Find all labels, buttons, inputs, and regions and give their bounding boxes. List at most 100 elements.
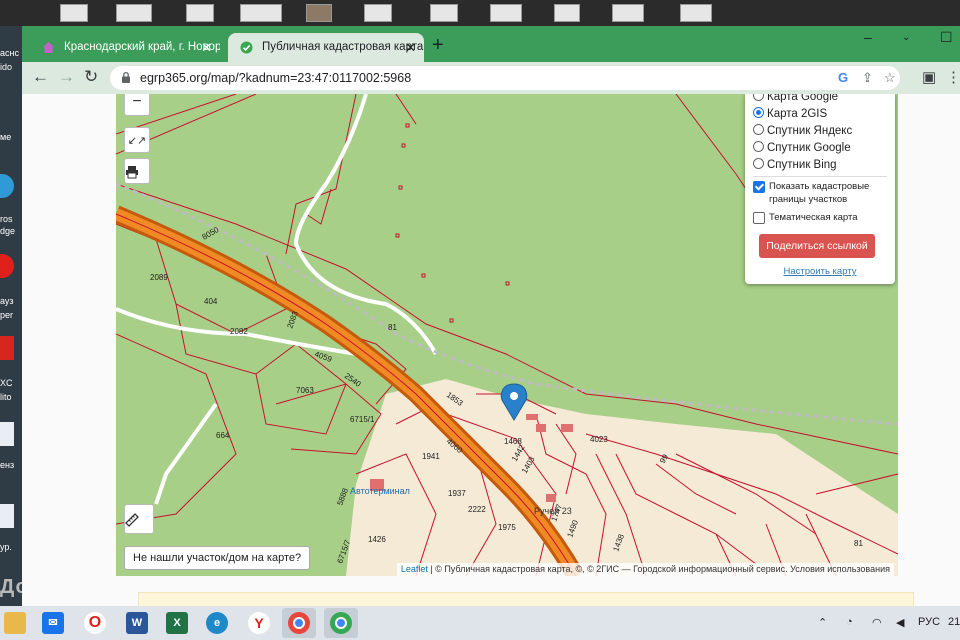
desktop-thumbnail <box>240 4 282 22</box>
document-icon[interactable] <box>0 422 14 446</box>
radio-button[interactable] <box>753 107 764 119</box>
desktop-label: ауз <box>0 296 14 306</box>
tab-krasnodar[interactable]: Краснодарский край, г. Новор ✕ <box>30 33 220 62</box>
parcel-label: 1426 <box>368 535 386 544</box>
maximize-button[interactable]: ☐ <box>940 29 953 46</box>
desktop-label: lito <box>0 392 12 402</box>
edge-icon[interactable]: e <box>206 612 228 634</box>
new-tab-button[interactable]: + <box>432 35 444 55</box>
desktop-thumbnail <box>60 4 88 22</box>
tray-chevron-icon[interactable]: ⌃ <box>818 616 827 629</box>
thematic-map-option[interactable]: Тематическая карта <box>753 211 857 224</box>
url-text: egrp365.org/map/?kadnum=23:47:0117002:59… <box>140 71 412 85</box>
tab-bar: Краснодарский край, г. Новор ✕ Публичная… <box>22 26 960 62</box>
minimize-button[interactable]: ‒ <box>864 29 872 45</box>
tab-cadastral-map[interactable]: Публичная кадастровая карта ✕ <box>228 33 424 62</box>
close-tab-icon[interactable]: ✕ <box>405 33 416 62</box>
document-icon[interactable] <box>0 504 14 528</box>
opera-icon[interactable]: O <box>84 612 106 634</box>
close-tab-icon[interactable]: ✕ <box>201 33 212 62</box>
layers-panel: Карта Google Карта 2GIS Спутник Яндекс С… <box>745 94 895 284</box>
print-icon[interactable] <box>124 158 150 184</box>
side-panel-icon[interactable]: ▣ <box>922 68 936 86</box>
parcel-label: 2089 <box>150 273 168 282</box>
parcel-label: 1975 <box>498 523 516 532</box>
desktop-left-strip: аснс ido ме ros dge ауз per XC lito енз … <box>0 26 22 606</box>
desktop-thumbnail <box>430 4 458 22</box>
check-circle-icon <box>240 41 253 54</box>
desktop-thumbnail <box>306 4 332 22</box>
desktop-thumbnail <box>116 4 152 22</box>
chrome-icon[interactable] <box>330 612 352 634</box>
opera-icon[interactable] <box>0 254 14 278</box>
show-boundaries-option[interactable]: Показать кадастровые границы участков <box>753 180 883 206</box>
browser-toolbar: ← → ↻ egrp365.org/map/?kadnum=23:47:0117… <box>22 62 960 94</box>
desktop-label: ур. <box>0 542 12 552</box>
edge-icon[interactable] <box>0 174 14 198</box>
google-icon[interactable]: G <box>838 70 848 85</box>
attribution-text: © Публичная кадастровая карта, ©, © 2ГИС… <box>435 564 890 574</box>
clock[interactable]: 21 <box>948 616 960 628</box>
share-icon[interactable]: ⇪ <box>862 70 873 86</box>
bookmark-star-icon[interactable]: ☆ <box>884 70 896 86</box>
desktop-label: dge <box>0 226 16 236</box>
tab-title: Краснодарский край, г. Новор <box>64 41 220 53</box>
address-bar[interactable]: egrp365.org/map/?kadnum=23:47:0117002:59… <box>110 66 900 90</box>
network-icon[interactable]: ◔ <box>846 616 853 628</box>
desktop-thumbnail <box>554 4 580 22</box>
desktop-label: аснс <box>0 48 19 58</box>
desktop-thumbnail <box>364 4 392 22</box>
radio-button[interactable] <box>753 141 764 153</box>
parcel-label: 81 <box>854 539 863 548</box>
radio-button[interactable] <box>753 94 764 102</box>
desktop-label: XC <box>0 378 13 388</box>
divider <box>753 176 887 177</box>
forward-button[interactable]: → <box>58 68 75 86</box>
language-indicator[interactable]: РУС <box>918 616 940 628</box>
lock-icon[interactable] <box>120 71 132 84</box>
share-link-button[interactable]: Поделиться ссылкой <box>759 234 875 258</box>
back-button[interactable]: ← <box>32 68 49 86</box>
excel-icon[interactable]: X <box>166 612 188 634</box>
yandex-icon[interactable]: Y <box>248 612 270 634</box>
notice-bar <box>138 592 914 606</box>
setup-map-link[interactable]: Настроить карту <box>745 266 895 277</box>
volume-icon[interactable]: ◀ <box>896 616 904 629</box>
reload-button[interactable]: ↻ <box>84 68 98 86</box>
zoom-out-button[interactable]: − <box>124 94 150 116</box>
file-explorer-icon[interactable] <box>4 612 26 634</box>
mail-icon[interactable]: ✉ <box>42 612 64 634</box>
menu-icon[interactable]: ⋮ <box>946 68 960 86</box>
chrome-icon[interactable] <box>288 612 310 634</box>
place-label: Ручей 23 <box>534 506 572 516</box>
layer-option-bing-satellite[interactable]: Спутник Bing <box>753 157 837 173</box>
layer-option-google-map[interactable]: Карта Google <box>753 94 838 105</box>
word-icon[interactable]: W <box>126 612 148 634</box>
cadastral-map[interactable]: 8050 2089 404 2082 2083 4059 2540 7063 6715/1 664… <box>116 94 898 576</box>
desktop-thumbnail <box>186 4 214 22</box>
expand-icon[interactable]: ⌄ <box>902 32 910 43</box>
parcel-label: 664 <box>216 431 230 440</box>
not-found-button[interactable]: Не нашли участок/дом на карте? <box>124 546 311 570</box>
checkbox[interactable] <box>753 181 765 193</box>
layer-option-google-satellite[interactable]: Спутник Google <box>753 140 851 156</box>
desktop-label: енз <box>0 460 15 470</box>
radio-button[interactable] <box>753 158 764 170</box>
taskbar: ✉ O W X e Y ⌃ ◔ ◠ ◀ РУС 21 <box>0 606 960 640</box>
layer-option-yandex-satellite[interactable]: Спутник Яндекс <box>753 123 852 139</box>
wifi-icon[interactable]: ◠ <box>872 616 882 629</box>
checkbox[interactable] <box>753 212 765 224</box>
layer-option-2gis-map[interactable]: Карта 2GIS <box>753 106 827 122</box>
parcel-label: 7063 <box>296 386 314 395</box>
desktop-label: ros <box>0 214 13 224</box>
fullscreen-icon[interactable]: ↙↗ <box>124 127 150 153</box>
parcel-label: 8050 <box>201 225 221 242</box>
map-attribution: Leaflet | © Публичная кадастровая карта,… <box>396 563 894 576</box>
radio-button[interactable] <box>753 124 764 136</box>
layer-label: Спутник Яндекс <box>767 125 853 137</box>
leaflet-link[interactable]: Leaflet <box>401 564 428 574</box>
pdf-icon[interactable] <box>0 336 14 360</box>
browser-window: Краснодарский край, г. Новор ✕ Публичная… <box>22 26 960 606</box>
desktop-top-strip <box>0 0 960 26</box>
ruler-icon[interactable] <box>124 504 154 534</box>
